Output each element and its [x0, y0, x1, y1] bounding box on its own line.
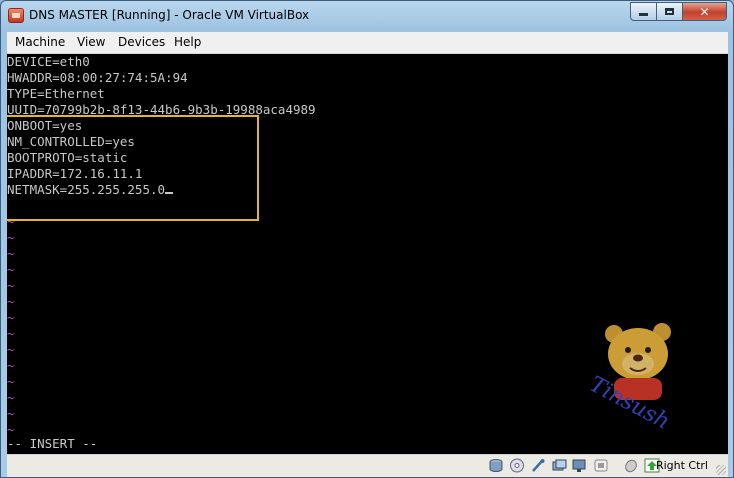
network-icon[interactable]	[593, 458, 609, 473]
menu-bar: Machine View Devices Help	[7, 32, 728, 54]
empty-line-tilde: ~	[7, 295, 15, 309]
empty-line-tilde: ~	[7, 263, 15, 277]
maximize-icon	[665, 8, 674, 15]
title-bar[interactable]: DNS MASTER [Running] - Oracle VM Virtual…	[1, 1, 733, 32]
virtualbox-window: DNS MASTER [Running] - Oracle VM Virtual…	[0, 0, 734, 478]
config-line-device: DEVICE=eth0	[7, 54, 90, 69]
menu-view[interactable]: View	[77, 35, 105, 49]
usb-icon[interactable]	[530, 458, 546, 473]
close-icon: ✕	[699, 4, 710, 19]
empty-line-tilde: ~	[7, 279, 15, 293]
hard-disk-icon[interactable]	[488, 458, 504, 473]
window-controls: ✕	[630, 2, 727, 21]
empty-line-tilde: ~	[7, 391, 15, 405]
empty-line-tilde: ~	[7, 343, 15, 357]
minimize-icon	[639, 13, 648, 16]
virtualbox-app-icon[interactable]	[8, 8, 24, 23]
display-icon[interactable]	[572, 458, 588, 473]
highlight-box	[7, 115, 259, 221]
maximize-button[interactable]	[657, 2, 683, 21]
window-title: DNS MASTER [Running] - Oracle VM Virtual…	[29, 8, 310, 22]
empty-line-tilde: ~	[7, 327, 15, 341]
close-button[interactable]: ✕	[683, 2, 727, 21]
status-bar: Right Ctrl	[7, 454, 728, 477]
menu-devices[interactable]: Devices	[118, 35, 165, 49]
optical-drive-icon[interactable]	[509, 458, 525, 473]
minimize-button[interactable]	[630, 2, 657, 21]
empty-line-tilde: ~	[7, 359, 15, 373]
config-line-type: TYPE=Ethernet	[7, 86, 105, 101]
vm-display[interactable]: DEVICE=eth0 HWADDR=08:00:27:74:5A:94 TYP…	[7, 54, 728, 454]
menu-help[interactable]: Help	[174, 35, 201, 49]
empty-line-tilde: ~	[7, 215, 15, 229]
config-line-hwaddr: HWADDR=08:00:27:74:5A:94	[7, 70, 188, 85]
empty-line-tilde: ~	[7, 375, 15, 389]
menu-machine[interactable]: Machine	[15, 35, 65, 49]
mouse-integration-icon[interactable]	[623, 458, 639, 473]
vim-mode-indicator: -- INSERT --	[7, 436, 98, 451]
host-key-label: Right Ctrl	[655, 459, 708, 472]
resize-grip-icon[interactable]	[716, 465, 726, 475]
empty-line-tilde: ~	[7, 231, 15, 245]
shared-folders-icon[interactable]	[551, 458, 567, 473]
empty-line-tilde: ~	[7, 407, 15, 421]
empty-line-tilde: ~	[7, 311, 15, 325]
empty-line-tilde: ~	[7, 247, 15, 261]
